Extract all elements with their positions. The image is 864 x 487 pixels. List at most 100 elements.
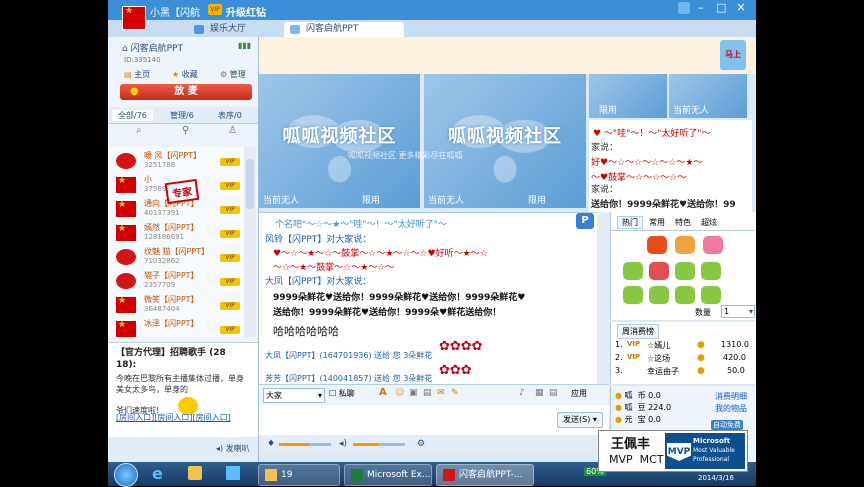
location-icon[interactable]: ⚲ (182, 125, 189, 136)
bean-icon: ● (615, 403, 622, 412)
frog-gift-icon[interactable] (623, 262, 643, 280)
user-list-item[interactable]: 冰泽【闪PPT】 VIP (108, 317, 244, 337)
my-items-link[interactable]: 我的物品 (715, 403, 747, 414)
presenter-name: 王佩丰 (611, 437, 651, 452)
side-chat-line: 好♥～☆～☆～☆～☆～★～ (591, 158, 703, 168)
toolbar-icon[interactable]: ▦ (535, 388, 544, 398)
quantity-select[interactable]: 1 ▾ (721, 305, 755, 318)
room-manage-link[interactable]: ⚙ 管理 (220, 69, 246, 80)
gift-tab-common[interactable]: 常用 (649, 217, 665, 228)
user-list-scrollbar[interactable] (244, 147, 256, 337)
gift-tab-special[interactable]: 特色 (675, 217, 691, 228)
ranking-title[interactable]: 周消费榜 (617, 324, 659, 339)
app-button[interactable]: 应用 (571, 388, 587, 399)
frog-gift-icon[interactable] (675, 286, 695, 304)
small-video-2[interactable]: 当前无人 (669, 74, 747, 118)
frog-gift-icon[interactable] (623, 286, 643, 304)
chat-line: ♥～☆～★～☆～鼓掌～☆～★～☆～☆♥好听～★～☆ (273, 249, 488, 259)
minimize-button[interactable]: – (698, 1, 704, 14)
message-input[interactable]: 发送(S) ▾ (259, 405, 609, 435)
top-right-ad[interactable]: 马上 (720, 40, 746, 70)
image-icon[interactable]: ▤ (423, 388, 432, 398)
emoji-icon[interactable]: ☺ (395, 388, 404, 398)
maximize-button[interactable]: □ (716, 1, 726, 14)
media-icon[interactable] (226, 466, 240, 480)
close-button[interactable]: × (736, 0, 746, 14)
home-small-icon: ▤ (124, 70, 132, 79)
room-entrance-links[interactable]: [房间入口][房间入口][房间入口] (116, 413, 244, 423)
font-icon[interactable]: A (379, 387, 387, 398)
main-chat: 个名吧"～☆～★～"哇"～！～"太好听了"～ 风铃【闪PPT】对大家说： ♥～☆… (259, 212, 609, 385)
user-list-item[interactable]: 嫣然【闪PPT】128186691 VIP (108, 221, 244, 245)
user-list-item[interactable]: 纹魅 猫【闪PPT】 71032862 VIP (108, 245, 244, 269)
wallet-label: 呱 (624, 391, 633, 400)
settings-icon[interactable]: ⚙ (417, 439, 425, 449)
explorer-icon[interactable] (188, 466, 202, 480)
user-id: 2357709 (144, 281, 176, 289)
person-icon[interactable]: ♙ (228, 125, 237, 136)
search-icon[interactable]: ⌕ (136, 125, 142, 136)
tab-lobby[interactable]: 娱乐大厅 (188, 22, 254, 37)
wallet-row: ● 呱 豆 224.0 (615, 402, 671, 413)
vip-badge-icon: VIP (220, 302, 240, 310)
start-button[interactable] (114, 463, 138, 487)
bear-gift-icon[interactable] (649, 262, 669, 280)
menu-icon[interactable]: ▤ (549, 388, 558, 398)
champagne-gift-icon[interactable] (675, 236, 695, 254)
ie-icon[interactable]: e (152, 464, 163, 483)
ingot-icon: ● (615, 415, 622, 424)
mvp-watermark: 王佩丰 MVP MCT MVP Microsoft Most Valuable … (598, 430, 748, 472)
screenshot-icon[interactable]: ▣ (409, 388, 418, 398)
mic-volume-slider[interactable] (279, 443, 331, 446)
taskbar-item-folder[interactable]: 19 (258, 464, 340, 486)
gift-icon[interactable]: ✉ (437, 388, 445, 398)
room-home-link[interactable]: ▤ 主页 (124, 69, 150, 80)
main-chat-scrollbar[interactable] (597, 212, 609, 384)
clear-icon[interactable]: ✎ (451, 388, 459, 398)
filter-admin[interactable]: 管理/6 (170, 110, 194, 121)
speaker-button[interactable]: ◂) 发喇叭 (216, 443, 250, 454)
user-name: 冰泽【闪PPT】 (144, 319, 199, 328)
tab-lobby-label: 娱乐大厅 (210, 24, 247, 34)
filter-all[interactable]: 全部/76 (112, 110, 153, 121)
taskbar-item-room[interactable]: 闪客启航PPT-... (436, 464, 534, 486)
skin-icon[interactable] (678, 2, 690, 14)
ppt-icon[interactable]: P (576, 213, 594, 229)
mvp-logo-line3: Professional (693, 456, 730, 463)
video-panel-1[interactable]: 呱呱视频社区 当前无人 限用 (259, 74, 420, 208)
user-list-item[interactable]: 猫子【闪PPT】 2357709 VIP (108, 269, 244, 293)
tab-room[interactable]: 闪客启航PPT (284, 22, 404, 37)
filter-order[interactable]: 表序/0 (218, 110, 242, 121)
frog-gift-icon[interactable] (649, 286, 669, 304)
mic-button[interactable]: ● 放 麦 (120, 84, 252, 100)
girl-gift-icon[interactable] (703, 236, 723, 254)
video-panel-2[interactable]: 呱呱视频社区 当前无人 限用 (424, 74, 586, 208)
left-pane: ⌂ 闪客启航PPT ▮▮▮ ID:335140 ▤ 主页 ★ 收藏 ⚙ 管理 ●… (108, 37, 259, 462)
consumption-detail-link[interactable]: 消费明细 (715, 391, 747, 402)
bell-icon[interactable]: ♪ (519, 388, 525, 398)
chat-target-select[interactable]: 大家 ▾ (263, 388, 325, 403)
gift-tab-super[interactable]: 超炫 (701, 217, 717, 228)
frog-gift-icon[interactable] (701, 262, 721, 280)
frog-gift-icon[interactable] (675, 262, 695, 280)
chat-toolbar: 大家 ▾ ☐ 私聊 A ☺ ▣ ▤ ✉ ✎ ♪ ▦ ▤ 应用 (259, 384, 609, 405)
speaker-volume-slider[interactable] (353, 443, 405, 446)
scrollbar-thumb[interactable] (246, 159, 254, 209)
private-chat-checkbox[interactable]: ☐ 私聊 (329, 388, 355, 399)
specialist-stamp: 专家 (164, 178, 200, 205)
user-list-item[interactable]: 微笑【闪PPT】36487404 VIP (108, 293, 244, 317)
small-video-1[interactable]: 限用 (589, 74, 667, 118)
fire-gift-icon[interactable] (647, 236, 667, 254)
frog-gift-icon[interactable] (701, 286, 721, 304)
auto-free-button[interactable]: 自动免费 (711, 420, 743, 430)
wallet-unit: 豆 (637, 403, 646, 412)
send-button[interactable]: 发送(S) ▾ (557, 412, 603, 428)
taskbar-date[interactable]: 2014/3/16 (698, 474, 734, 482)
taskbar-item-label: 闪客启航PPT-... (459, 470, 523, 480)
user-list-item[interactable]: 暖 风【闪PPT】 3251788 VIP (108, 149, 244, 173)
top-ad-bar: 马上 (259, 37, 756, 74)
gift-tab-hot[interactable]: 热门 (617, 216, 643, 229)
upgrade-red-diamond-link[interactable]: 升级红钻 (226, 4, 266, 19)
taskbar-item-excel[interactable]: Microsoft Ex... (344, 464, 432, 486)
room-favorite-link[interactable]: ★ 收藏 (172, 69, 198, 80)
